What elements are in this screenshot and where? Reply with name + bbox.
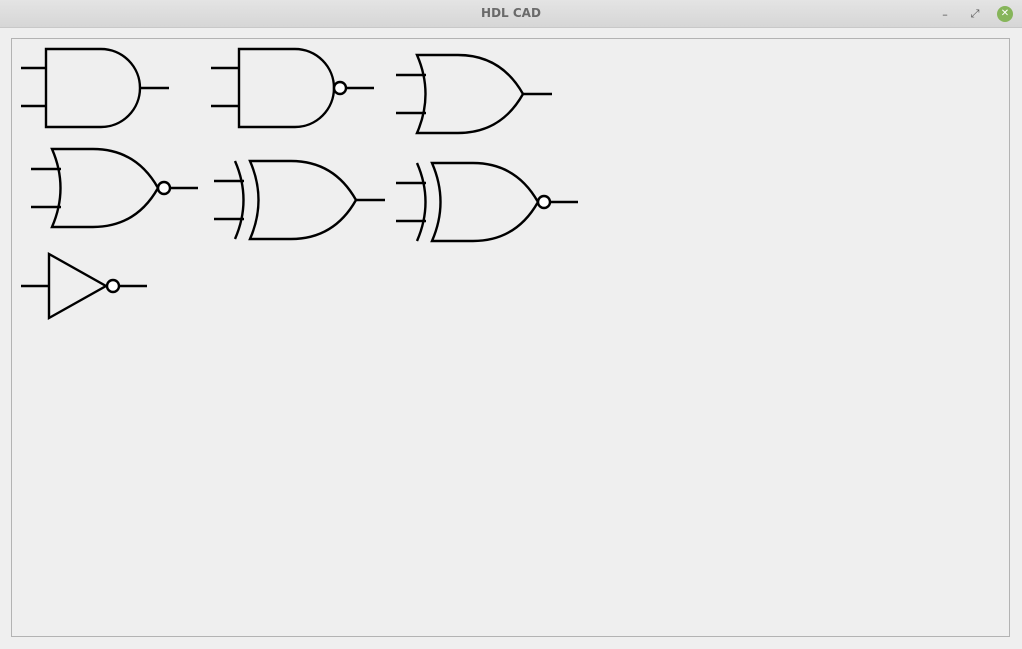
and-gate[interactable] <box>21 47 181 133</box>
minimize-button[interactable]: – <box>937 6 953 22</box>
maximize-button[interactable]: ⤢ <box>967 6 983 22</box>
not-gate[interactable] <box>21 251 161 323</box>
window-titlebar: HDL CAD – ⤢ ✕ <box>0 0 1022 28</box>
nor-gate[interactable] <box>31 147 206 233</box>
or-gate[interactable] <box>396 53 556 139</box>
window-title: HDL CAD <box>481 6 541 20</box>
xnor-gate[interactable] <box>396 161 586 247</box>
xor-gate[interactable] <box>214 159 394 245</box>
drawing-canvas[interactable] <box>11 38 1010 637</box>
close-button[interactable]: ✕ <box>997 6 1013 22</box>
nand-gate[interactable] <box>211 47 381 133</box>
